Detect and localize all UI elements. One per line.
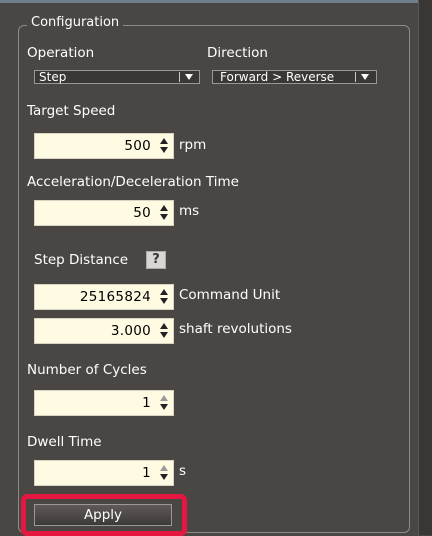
help-icon[interactable]: ? — [146, 251, 166, 269]
configuration-title: Configuration — [27, 15, 124, 31]
number-of-cycles-field[interactable]: 1 — [34, 390, 174, 416]
accel-decel-time-value: 50 — [133, 205, 151, 221]
step-distance-revolutions-value: 3.000 — [110, 323, 151, 339]
operation-label: Operation — [27, 45, 95, 61]
spin-down-icon[interactable] — [160, 214, 168, 220]
target-speed-spinner[interactable] — [159, 137, 169, 155]
dwell-time-unit: s — [179, 463, 187, 479]
spin-down-icon[interactable] — [160, 332, 168, 338]
operation-selected-value: Step — [39, 70, 67, 84]
spin-down-icon[interactable] — [160, 298, 168, 304]
right-side-strip — [418, 0, 432, 535]
operation-select[interactable]: Step — [34, 70, 200, 84]
accel-decel-time-unit: ms — [179, 203, 200, 219]
window-top-edge — [0, 0, 432, 3]
step-distance-revolutions-field[interactable]: 3.000 — [34, 318, 174, 344]
number-of-cycles-label: Number of Cycles — [27, 362, 147, 378]
spin-up-icon[interactable] — [160, 138, 168, 144]
target-speed-value: 500 — [124, 138, 151, 154]
number-of-cycles-spinner[interactable] — [159, 394, 169, 412]
step-distance-command-unit: Command Unit — [179, 287, 281, 303]
step-distance-command-spinner[interactable] — [159, 288, 169, 306]
dwell-time-label: Dwell Time — [27, 434, 102, 450]
step-distance-revolutions-spinner[interactable] — [159, 322, 169, 340]
number-of-cycles-value: 1 — [142, 395, 151, 411]
spin-up-icon[interactable] — [160, 323, 168, 329]
spin-up-icon[interactable] — [160, 395, 168, 401]
target-speed-label: Target Speed — [27, 103, 116, 119]
spin-down-icon[interactable] — [160, 404, 168, 410]
direction-select-separator — [355, 72, 356, 82]
direction-selected-value: Forward > Reverse — [220, 70, 335, 84]
chevron-down-icon[interactable] — [185, 74, 193, 80]
direction-select[interactable]: Forward > Reverse — [212, 70, 377, 84]
direction-label: Direction — [207, 45, 268, 61]
accel-decel-time-label: Acceleration/Deceleration Time — [27, 174, 239, 190]
step-distance-revolutions-unit: shaft revolutions — [179, 321, 292, 337]
spin-up-icon[interactable] — [160, 205, 168, 211]
spin-down-icon[interactable] — [160, 474, 168, 480]
dwell-time-spinner[interactable] — [159, 464, 169, 482]
spin-up-icon[interactable] — [160, 465, 168, 471]
strip-edge — [418, 0, 419, 535]
step-distance-label: Step Distance — [34, 252, 129, 268]
spin-down-icon[interactable] — [160, 147, 168, 153]
apply-button[interactable]: Apply — [34, 504, 172, 526]
accel-decel-time-field[interactable]: 50 — [34, 200, 174, 226]
configuration-group — [18, 25, 410, 533]
dwell-time-value: 1 — [142, 465, 151, 481]
accel-decel-time-spinner[interactable] — [159, 204, 169, 222]
step-distance-command-field[interactable]: 25165824 — [34, 284, 174, 310]
spin-up-icon[interactable] — [160, 289, 168, 295]
target-speed-unit: rpm — [179, 137, 207, 153]
step-distance-command-value: 25165824 — [79, 289, 151, 305]
operation-select-separator — [179, 72, 180, 82]
target-speed-field[interactable]: 500 — [34, 133, 174, 159]
dwell-time-field[interactable]: 1 — [34, 460, 174, 486]
chevron-down-icon[interactable] — [361, 74, 369, 80]
